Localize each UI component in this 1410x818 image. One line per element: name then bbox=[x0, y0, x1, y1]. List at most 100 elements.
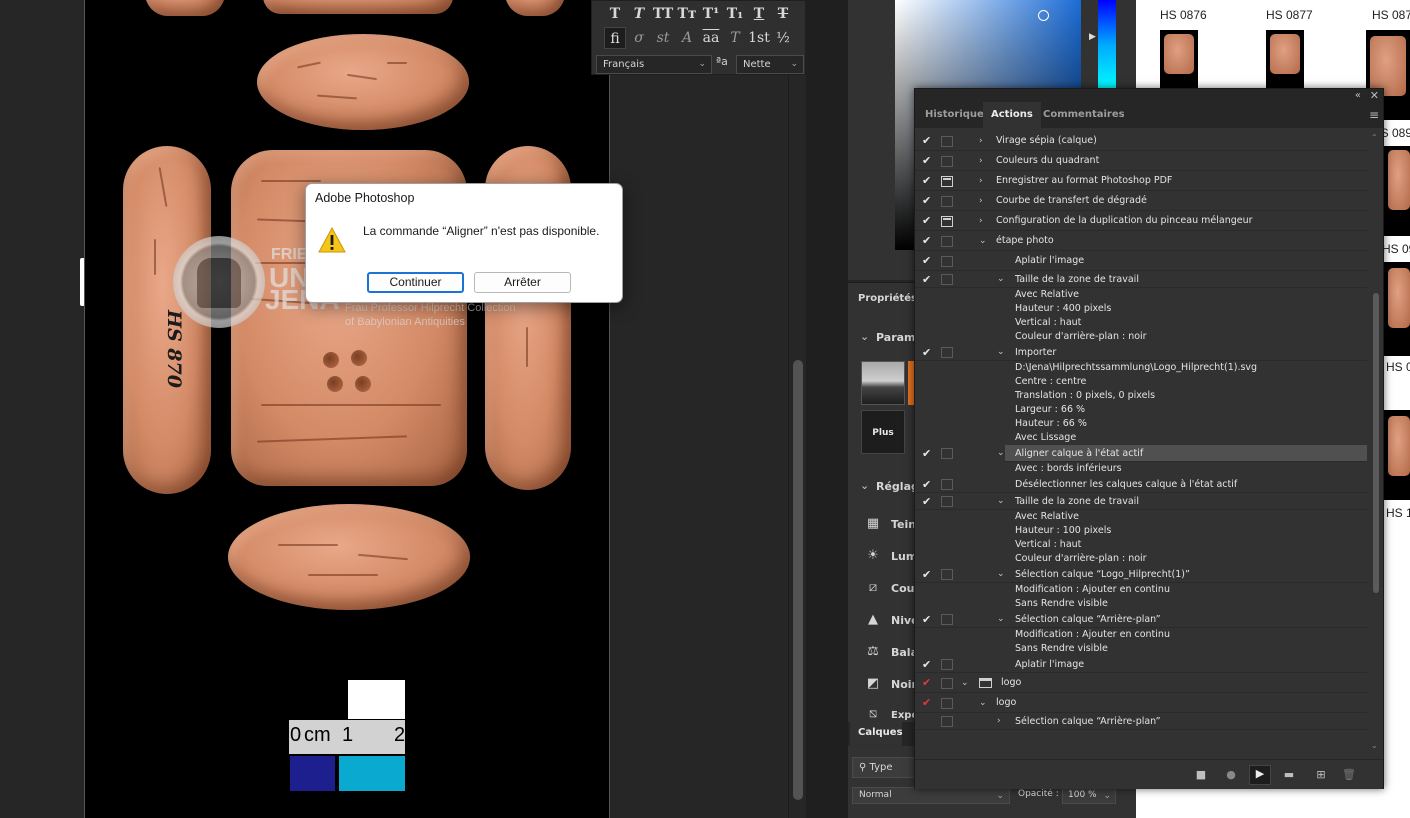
action-row[interactable]: ✔ ⌄ Taille de la zone de travail bbox=[915, 493, 1367, 510]
dialog-toggle-icon[interactable] bbox=[941, 659, 953, 670]
underline-button[interactable]: T bbox=[748, 3, 770, 25]
small-caps-button[interactable]: Tт bbox=[676, 3, 698, 25]
toggle-check-icon[interactable]: ✔ bbox=[922, 191, 931, 211]
file-label[interactable]: HS 0950 bbox=[1386, 360, 1410, 374]
action-row[interactable]: ✔ Aplatir l'image bbox=[915, 656, 1367, 673]
file-label[interactable]: HS 0876 bbox=[1160, 8, 1207, 22]
toggle-check-icon[interactable]: ✔ bbox=[922, 211, 931, 231]
chevron-down-icon[interactable]: ⌄ bbox=[997, 493, 1005, 510]
scroll-down-icon[interactable]: ⌄ bbox=[1371, 741, 1378, 750]
properties-tab[interactable]: Propriétés bbox=[858, 293, 917, 304]
file-thumbnail[interactable] bbox=[1384, 410, 1410, 500]
action-parameter[interactable]: Translation : 0 pixels, 0 pixels bbox=[915, 389, 1367, 403]
action-parameter[interactable]: Sans Rendre visible bbox=[915, 597, 1367, 611]
action-parameter[interactable]: Modification : Ajouter en continu bbox=[915, 628, 1367, 642]
toggle-check-icon[interactable]: ✔ bbox=[922, 251, 931, 271]
stop-button[interactable]: Arrêter bbox=[474, 272, 571, 293]
file-thumbnail[interactable] bbox=[1384, 146, 1410, 236]
file-label[interactable]: HS 1028 bbox=[1386, 506, 1410, 520]
action-parameter[interactable]: Avec Lissage bbox=[915, 431, 1367, 445]
color-picker-cursor[interactable] bbox=[1038, 10, 1049, 21]
file-thumbnail[interactable] bbox=[1266, 30, 1304, 88]
action-row[interactable]: ✔ ⌄ Importer bbox=[915, 344, 1367, 361]
dialog-toggle-icon[interactable] bbox=[941, 136, 953, 147]
language-select[interactable]: Français ⌄ bbox=[596, 55, 712, 74]
ligatures-button[interactable]: fi bbox=[604, 27, 626, 49]
document-canvas[interactable]: HS 870 FRIE UNI JENA Frau Professor Hilp… bbox=[84, 0, 610, 818]
dialog-toggle-icon[interactable] bbox=[941, 176, 953, 187]
tab-actions[interactable]: Actions bbox=[983, 102, 1041, 128]
action-parameter[interactable]: Largeur : 66 % bbox=[915, 403, 1367, 417]
scroll-up-icon[interactable]: ⌃ bbox=[1371, 133, 1378, 142]
chevron-right-icon[interactable]: › bbox=[979, 131, 983, 151]
dialog-toggle-icon[interactable] bbox=[941, 236, 953, 247]
chevron-right-icon[interactable]: › bbox=[979, 171, 983, 191]
swash-button[interactable]: A bbox=[676, 27, 698, 49]
opacity-field[interactable]: 100 % ⌄ bbox=[1062, 787, 1116, 804]
chevron-down-icon[interactable]: ⌄ bbox=[979, 693, 987, 713]
action-parameter[interactable]: D:\Jena\Hilprechtssammlung\Logo_Hilprech… bbox=[915, 361, 1367, 375]
collapse-icon[interactable]: « bbox=[1355, 89, 1361, 102]
blend-mode-select[interactable]: Normal ⌄ bbox=[852, 787, 1010, 804]
action-parameter[interactable]: Centre : centre bbox=[915, 375, 1367, 389]
toggle-check-icon[interactable]: ✔ bbox=[922, 445, 931, 462]
curves-icon[interactable]: ⧄ bbox=[863, 580, 883, 596]
hue-saturation-icon[interactable]: ▦ bbox=[863, 516, 883, 532]
more-presets-button[interactable]: Plus bbox=[861, 410, 905, 454]
panel-titlebar[interactable]: « ✕ bbox=[915, 89, 1383, 102]
action-row[interactable]: ✔ ⌄ logo bbox=[915, 693, 1367, 713]
toggle-check-icon[interactable]: ✔ bbox=[922, 271, 931, 288]
action-parameter[interactable]: Couleur d'arrière-plan : noir bbox=[915, 552, 1367, 566]
dialog-toggle-icon[interactable] bbox=[941, 216, 953, 227]
brightness-icon[interactable]: ☀ bbox=[863, 548, 883, 564]
dialog-toggle-icon[interactable] bbox=[941, 196, 953, 207]
file-label[interactable]: HS 0921 bbox=[1382, 242, 1410, 256]
action-row[interactable]: ✔ ⌄ Sélection calque “Logo_Hilprecht(1)” bbox=[915, 566, 1367, 583]
action-set-row[interactable]: ✔ ⌄ logo bbox=[915, 673, 1367, 693]
dialog-toggle-icon[interactable] bbox=[941, 479, 953, 490]
action-parameter[interactable]: Hauteur : 66 % bbox=[915, 417, 1367, 431]
new-action-icon[interactable]: ⊞ bbox=[1313, 767, 1329, 783]
dialog-toggle-icon[interactable] bbox=[941, 496, 953, 507]
toggle-check-icon[interactable]: ✔ bbox=[922, 673, 931, 693]
titling-alternates-button[interactable]: T bbox=[724, 27, 746, 49]
levels-icon[interactable]: ▲ bbox=[863, 612, 883, 628]
ordinals-button[interactable]: 1st bbox=[748, 27, 770, 49]
action-parameter[interactable]: Avec Relative bbox=[915, 288, 1367, 302]
dialog-toggle-icon[interactable] bbox=[941, 448, 953, 459]
action-row[interactable]: ✔ ⌄ Taille de la zone de travail bbox=[915, 271, 1367, 288]
dialog-toggle-icon[interactable] bbox=[941, 274, 953, 285]
toggle-check-icon[interactable]: ✔ bbox=[922, 344, 931, 361]
action-row[interactable]: › Sélection calque “Arrière-plan” bbox=[915, 713, 1367, 730]
black-white-icon[interactable]: ◩ bbox=[863, 676, 883, 692]
action-row[interactable]: ✔ › Courbe de transfert de dégradé bbox=[915, 191, 1367, 211]
dialog-toggle-icon[interactable] bbox=[941, 678, 953, 689]
layers-tab[interactable]: Calques bbox=[850, 722, 903, 746]
toggle-check-icon[interactable]: ✔ bbox=[922, 656, 931, 673]
actions-scrollbar[interactable]: ⌃ ⌄ bbox=[1371, 133, 1381, 753]
hue-slider[interactable] bbox=[1098, 0, 1116, 90]
action-row[interactable]: ✔ › Configuration de la duplication du pin… bbox=[915, 211, 1367, 231]
canvas-vertical-scrollbar[interactable] bbox=[788, 75, 806, 818]
chevron-down-icon[interactable]: ⌄ bbox=[997, 271, 1005, 288]
toggle-check-icon[interactable]: ✔ bbox=[922, 131, 931, 151]
dialog-toggle-icon[interactable] bbox=[941, 569, 953, 580]
scrollbar-thumb[interactable] bbox=[793, 360, 803, 800]
folder-icon[interactable]: ▬ bbox=[1281, 767, 1297, 783]
chevron-right-icon[interactable]: › bbox=[979, 151, 983, 171]
scrollbar-thumb[interactable] bbox=[1373, 293, 1379, 593]
file-label[interactable]: HS 0877 bbox=[1266, 8, 1313, 22]
chevron-down-icon[interactable]: ⌄ bbox=[979, 231, 987, 251]
toggle-check-icon[interactable]: ✔ bbox=[922, 566, 931, 583]
fractions-button[interactable]: ½ bbox=[772, 27, 794, 49]
toggle-check-icon[interactable]: ✔ bbox=[922, 151, 931, 171]
hue-slider-arrow-icon[interactable]: ▶ bbox=[1089, 32, 1096, 42]
action-parameter[interactable]: Vertical : haut bbox=[915, 316, 1367, 330]
dialog-toggle-icon[interactable] bbox=[941, 347, 953, 358]
action-parameter[interactable]: Sans Rendre visible bbox=[915, 642, 1367, 656]
dialog-toggle-icon[interactable] bbox=[941, 698, 953, 709]
close-icon[interactable]: ✕ bbox=[1370, 89, 1379, 102]
tab-comments[interactable]: Commentaires bbox=[1035, 102, 1133, 128]
toggle-check-icon[interactable]: ✔ bbox=[922, 476, 931, 493]
faux-italic-button[interactable]: T bbox=[628, 3, 650, 25]
